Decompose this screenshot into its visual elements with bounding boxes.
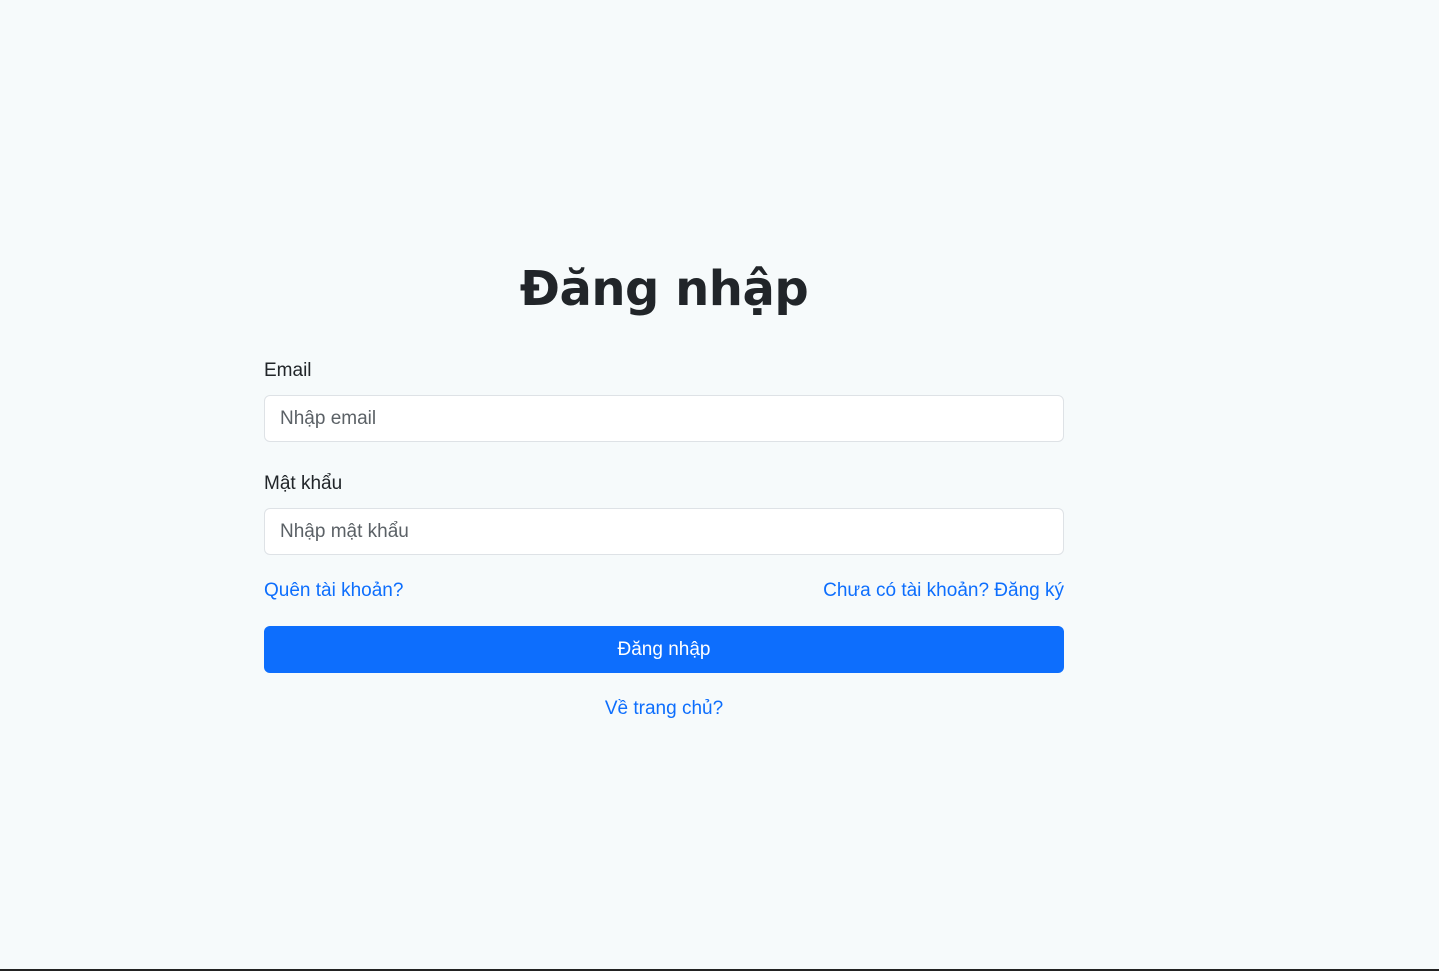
home-link[interactable]: Về trang chủ?	[605, 698, 723, 719]
home-link-row: Về trang chủ?	[264, 697, 1064, 722]
auth-links-row: Quên tài khoản? Chưa có tài khoản? Đăng …	[264, 579, 1064, 603]
password-group: Mật khẩu	[264, 472, 1064, 555]
register-link[interactable]: Chưa có tài khoản? Đăng ký	[823, 579, 1064, 603]
login-form: Đăng nhập Email Mật khẩu Quên tài khoản?…	[264, 250, 1064, 722]
email-group: Email	[264, 359, 1064, 442]
password-label: Mật khẩu	[264, 473, 343, 494]
password-field[interactable]	[264, 508, 1064, 555]
email-label: Email	[264, 360, 312, 381]
email-field[interactable]	[264, 395, 1064, 442]
login-button[interactable]: Đăng nhập	[264, 626, 1064, 673]
forgot-account-link[interactable]: Quên tài khoản?	[264, 579, 403, 603]
page-title: Đăng nhập	[519, 261, 809, 317]
